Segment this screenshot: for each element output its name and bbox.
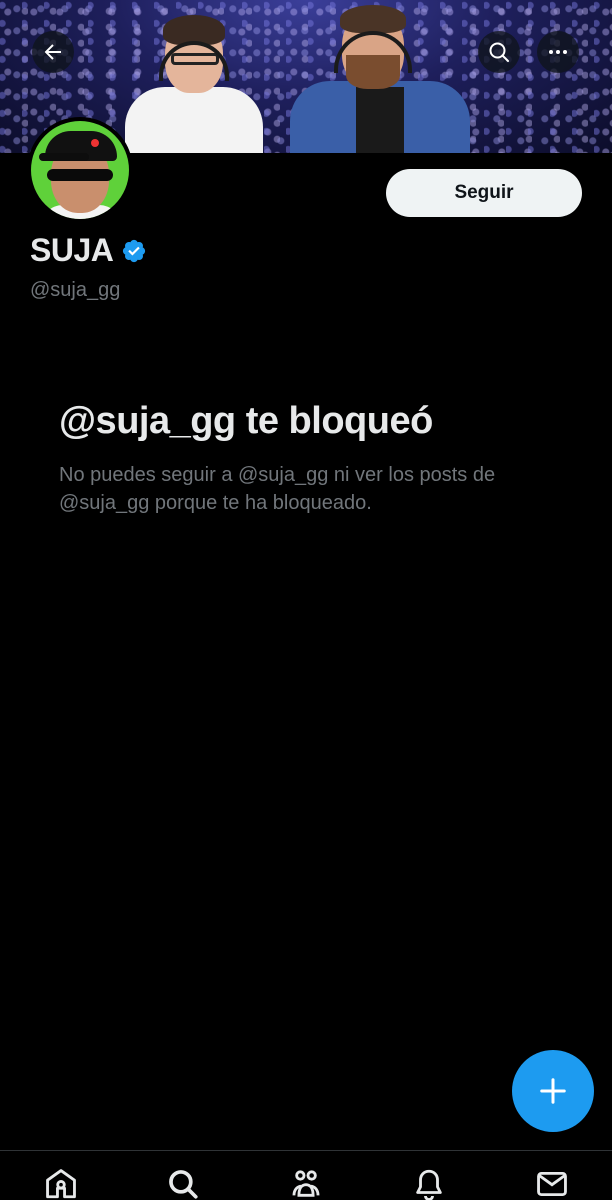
blocked-message: No puedes seguir a @suja_gg ni ver los p… (59, 464, 496, 514)
arrow-left-icon (44, 44, 61, 60)
follow-button[interactable]: Seguir (386, 169, 582, 217)
banner-person-left (125, 13, 263, 153)
search-button[interactable] (478, 31, 520, 73)
search-icon (169, 1170, 198, 1199)
nav-messages[interactable] (532, 1167, 572, 1200)
notifications-icon (416, 1169, 442, 1200)
search-icon (489, 42, 509, 62)
profile-handle: @suja_gg (30, 279, 121, 301)
messages-icon (537, 1171, 567, 1197)
nav-notifications[interactable] (409, 1167, 449, 1200)
nav-communities[interactable] (286, 1167, 326, 1200)
nav-search[interactable] (163, 1167, 203, 1200)
back-button[interactable] (32, 31, 74, 73)
blocked-title: @suja_gg te bloqueó (59, 400, 433, 442)
plus-icon (540, 1078, 566, 1104)
more-options-button[interactable] (537, 31, 579, 73)
banner-person-right (290, 5, 470, 153)
nav-home[interactable] (41, 1167, 81, 1200)
compose-post-button[interactable] (512, 1050, 594, 1132)
home-icon (46, 1169, 76, 1199)
profile-name-row: SUJA (30, 232, 147, 269)
verified-badge-icon[interactable] (121, 238, 147, 264)
more-horizontal-icon (549, 50, 567, 54)
profile-avatar[interactable] (27, 117, 133, 223)
display-name: SUJA (30, 232, 114, 268)
avatar-image (31, 121, 129, 219)
bottom-navigation (0, 1150, 612, 1200)
communities-icon (292, 1170, 320, 1197)
